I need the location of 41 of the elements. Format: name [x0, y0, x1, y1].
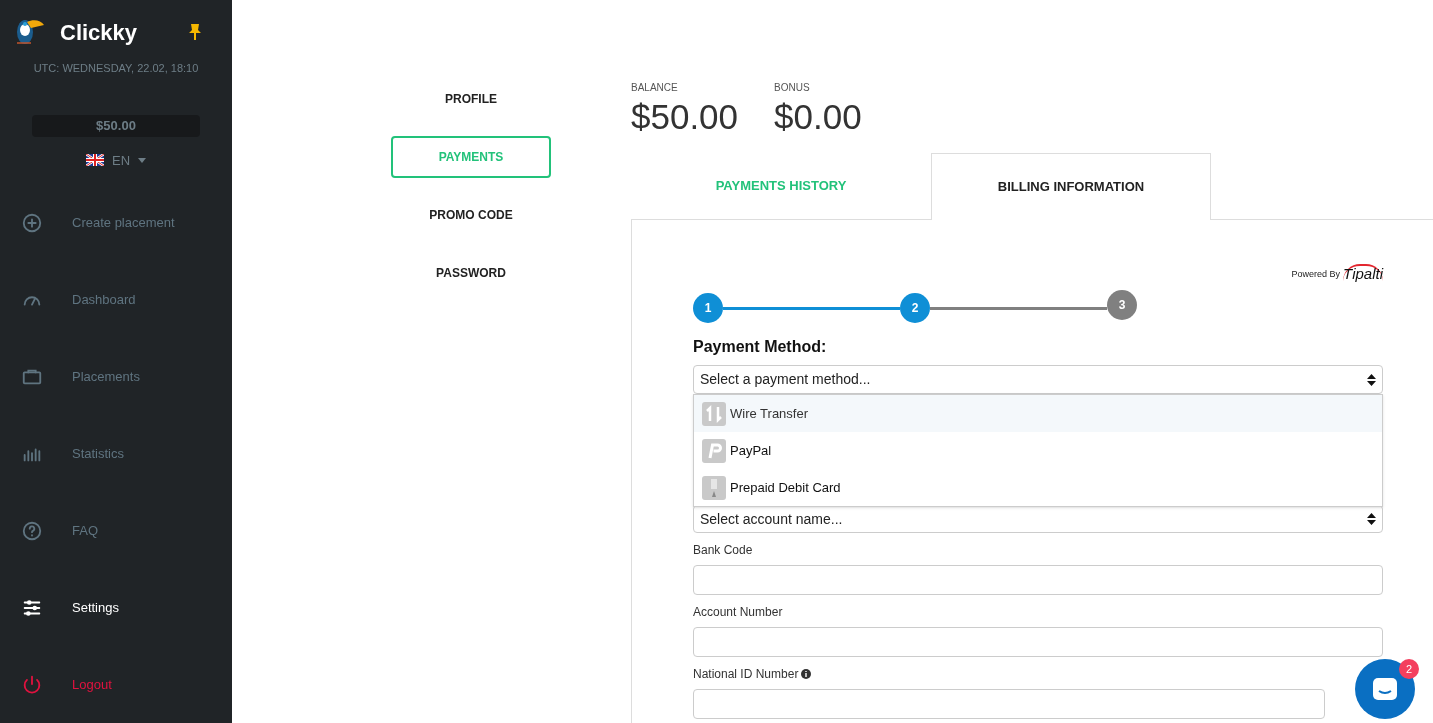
payment-method-select[interactable]: Select a payment method... [693, 365, 1383, 394]
text-field[interactable] [693, 565, 1383, 595]
field-label: National ID Number [693, 666, 799, 683]
power-icon [21, 673, 43, 696]
settings-nav-item[interactable]: PROMO CODE [391, 194, 551, 236]
text-field[interactable] [693, 689, 1325, 719]
uk-flag-icon [85, 154, 104, 167]
card-icon [702, 475, 726, 500]
notification-badge: 2 [1399, 659, 1419, 679]
paypal-icon [702, 438, 726, 463]
settings-nav-item[interactable]: PASSWORD [391, 252, 551, 294]
settings-nav-item[interactable]: PROFILE [391, 78, 551, 120]
plus-circle-icon [21, 211, 43, 234]
chat-button[interactable] [1355, 659, 1415, 719]
payment-option[interactable]: Prepaid Debit Card [694, 469, 1382, 506]
language-selector[interactable]: EN [85, 150, 147, 170]
sort-arrows-icon [1367, 513, 1376, 525]
utc-clock: UTC: WEDNESDAY, 22.02, 18:10 [32, 61, 200, 76]
balance-value: $50.00 [631, 96, 739, 138]
provider-logo: Tipalti [1343, 264, 1383, 281]
sidebar-item[interactable]: Settings [0, 569, 232, 646]
help-icon [21, 519, 43, 542]
balance-display: $50.00 [32, 114, 200, 137]
field-label: Account Number [693, 604, 783, 621]
text-field[interactable] [693, 627, 1383, 657]
chat-icon [1372, 677, 1398, 701]
tab[interactable]: BILLING INFORMATION [931, 153, 1211, 220]
transfer-icon [702, 401, 726, 426]
caret-icon [138, 157, 147, 163]
pin-icon [188, 23, 202, 41]
balance-value: $0.00 [774, 96, 862, 138]
sort-arrows-icon [1367, 373, 1376, 386]
payment-method-label: Payment Method: [693, 337, 828, 357]
balance-label: BALANCE [631, 81, 679, 95]
balance-label: BONUS [774, 81, 811, 95]
powered-by-text: Powered By [1291, 267, 1341, 281]
info-icon [801, 669, 812, 679]
payment-option[interactable]: PayPal [694, 432, 1382, 469]
brand-name: Clickky [60, 18, 138, 47]
payment-option[interactable]: Wire Transfer [694, 395, 1382, 432]
field-label: Bank Code [693, 542, 753, 559]
